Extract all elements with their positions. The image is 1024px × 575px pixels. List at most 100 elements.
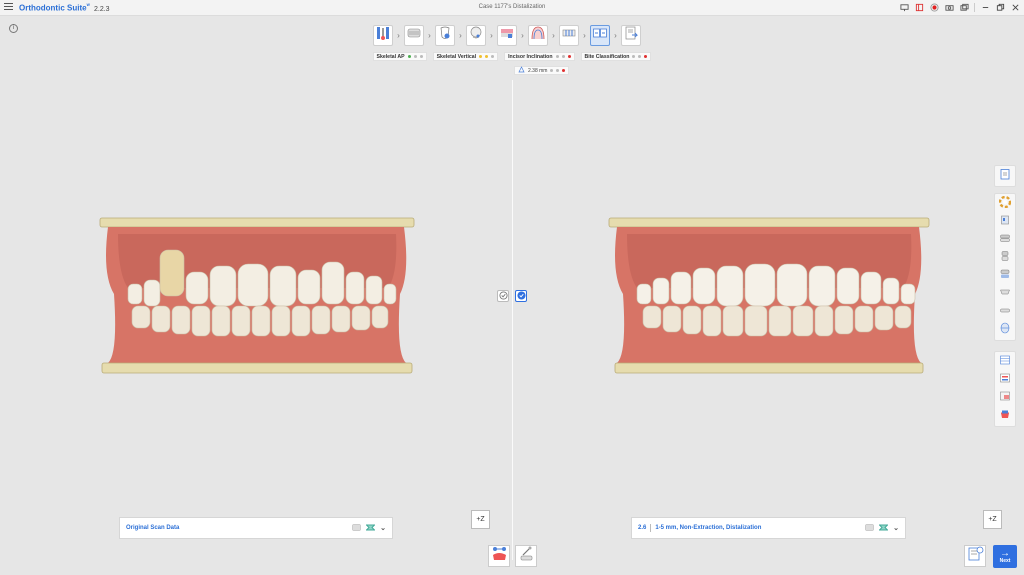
measurement-tag[interactable]: 2.38 mm	[514, 66, 570, 75]
step-trim[interactable]	[404, 24, 424, 46]
teeth-toggle-icon[interactable]	[878, 524, 889, 533]
rotate-view-icon	[999, 321, 1011, 339]
layer-icon	[999, 213, 1011, 231]
tooth-model-button[interactable]	[997, 407, 1013, 425]
status-dot	[556, 69, 560, 72]
status-dot	[550, 69, 554, 72]
table-icon	[999, 353, 1011, 371]
plan-number: 2.6	[638, 525, 647, 531]
overlay-button[interactable]	[997, 389, 1013, 407]
jaw-toggle-icon[interactable]	[865, 523, 874, 533]
z-axis-button-left[interactable]: +Z	[471, 510, 490, 529]
viewport-divider[interactable]	[512, 80, 513, 560]
step-report[interactable]	[621, 24, 641, 46]
right-toolbar-top	[994, 165, 1016, 187]
jaw-toggle-icon[interactable]	[352, 523, 361, 533]
info-icon[interactable]: i	[9, 24, 18, 33]
step-chevron-icon: ›	[552, 30, 555, 40]
layer-button[interactable]	[997, 213, 1013, 231]
analysis-skeletal-vertical[interactable]: Skeletal Vertical	[432, 52, 499, 61]
window-controls	[899, 2, 1020, 12]
step-arch-form[interactable]	[528, 24, 548, 46]
plan-label: 1-5 mm, Non-Extraction, Distalization	[655, 525, 762, 531]
step-ipr[interactable]	[559, 24, 579, 46]
status-dot	[644, 55, 648, 58]
monitor-icon[interactable]	[899, 2, 909, 12]
chevron-down-icon[interactable]: ⌄	[380, 524, 386, 532]
occlusal-view-button[interactable]	[997, 303, 1013, 321]
analysis-bite-classification[interactable]: Bite Classification	[580, 52, 652, 61]
attachment-button[interactable]	[515, 545, 537, 567]
simulated-result-model[interactable]	[607, 214, 931, 376]
status-dot	[413, 55, 417, 58]
case-title: Case 1177's Distalization	[478, 4, 546, 10]
upper-jaw-button[interactable]	[997, 231, 1013, 249]
original-scan-model[interactable]	[98, 214, 416, 376]
title-bar: Orthodontic Suiteᵂ 2.2.3 Case 1177's Dis…	[0, 0, 1024, 16]
step-chevron-icon: ›	[397, 30, 400, 40]
left-panel-label: Original Scan Data	[126, 525, 180, 531]
close-icon[interactable]	[1010, 2, 1020, 12]
step-ceph[interactable]	[466, 24, 486, 46]
upper-jaw-icon	[999, 231, 1011, 249]
status-dot	[479, 55, 483, 58]
occlusal-view-icon	[999, 303, 1011, 321]
chart-button[interactable]	[997, 371, 1013, 389]
ipr-icon	[561, 25, 577, 46]
next-button[interactable]: → Next	[993, 545, 1017, 568]
analysis-skeletal-ap[interactable]: Skeletal AP	[372, 52, 427, 61]
status-dot	[632, 55, 636, 58]
report-export-icon	[623, 25, 639, 46]
clipboard-icon	[999, 167, 1011, 185]
teeth-toggle-icon[interactable]	[365, 524, 376, 533]
z-axis-button-right[interactable]: +Z	[983, 510, 1002, 529]
lower-jaw-button[interactable]	[997, 285, 1013, 303]
status-dot	[419, 55, 423, 58]
step-chevron-icon: ›	[521, 30, 524, 40]
color-wheel-button[interactable]	[997, 195, 1013, 213]
ceph-head-icon	[468, 25, 484, 46]
rotate-view-button[interactable]	[997, 321, 1013, 339]
front-view-icon	[999, 267, 1011, 285]
lower-jaw-icon	[999, 285, 1011, 303]
minimize-icon[interactable]	[980, 2, 990, 12]
tooth-tools-icon	[375, 25, 391, 46]
analysis-tags: Skeletal AP Skeletal Vertical Incisor In…	[0, 52, 1024, 61]
overlay-icon	[999, 389, 1011, 407]
tooth-segment-icon	[437, 25, 453, 46]
sync-view-toggle[interactable]	[497, 290, 509, 302]
step-chevron-icon: ›	[459, 30, 462, 40]
record-icon[interactable]	[929, 2, 939, 12]
ruler-icon	[518, 66, 525, 75]
right-toolbar-analysis	[994, 351, 1016, 427]
plan-separator	[650, 524, 652, 532]
clipboard-button[interactable]	[997, 167, 1013, 185]
front-view-button[interactable]	[997, 267, 1013, 285]
compare-view-toggle[interactable]	[515, 290, 527, 302]
status-dot	[555, 55, 559, 58]
step-tooth-segment[interactable]	[435, 24, 455, 46]
titlebar-divider	[974, 2, 975, 12]
analysis-incisor-inclination[interactable]: Incisor Inclination	[504, 52, 575, 61]
report-button[interactable]	[964, 545, 986, 567]
left-model-panel[interactable]: Original Scan Data ⌄	[119, 517, 393, 539]
step-model-setup[interactable]	[373, 24, 393, 46]
tooth-movement-button[interactable]	[488, 545, 510, 567]
step-simulation[interactable]	[590, 24, 610, 46]
left-panel-actions: ⌄	[352, 523, 386, 533]
tooth-model-icon	[999, 407, 1011, 425]
status-dot	[491, 55, 495, 58]
book-icon[interactable]	[914, 2, 924, 12]
side-view-button[interactable]	[997, 249, 1013, 267]
camera-icon[interactable]	[944, 2, 954, 12]
table-button[interactable]	[997, 353, 1013, 371]
status-dot	[485, 55, 489, 58]
restore-icon[interactable]	[995, 2, 1005, 12]
checkmark-filled-icon	[516, 287, 526, 305]
next-label: Next	[999, 558, 1011, 564]
color-wheel-icon	[998, 195, 1012, 213]
chevron-down-icon[interactable]: ⌄	[893, 524, 899, 532]
right-model-panel[interactable]: 2.6 1-5 mm, Non-Extraction, Distalizatio…	[631, 517, 906, 539]
popout-icon[interactable]	[959, 2, 969, 12]
step-occlusion[interactable]	[497, 24, 517, 46]
